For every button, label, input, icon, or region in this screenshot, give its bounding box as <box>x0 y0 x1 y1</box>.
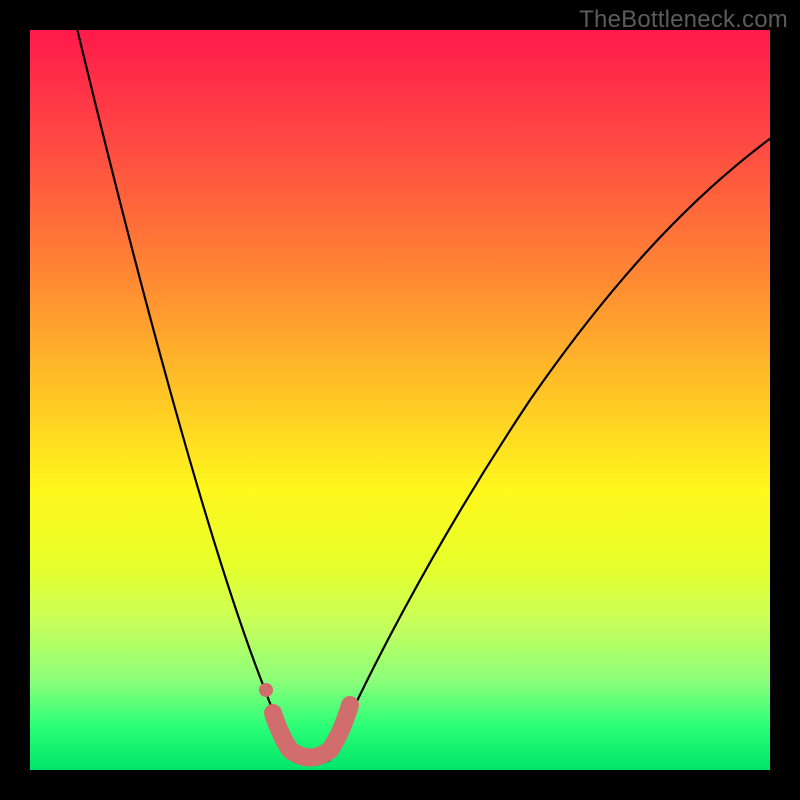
optimal-range-marker <box>273 705 350 758</box>
bottleneck-curve-right <box>330 135 775 760</box>
watermark-text: TheBottleneck.com <box>579 6 788 34</box>
bottleneck-curve-left <box>75 20 295 760</box>
chart-plot-area <box>30 30 770 770</box>
optimal-range-dot <box>259 683 273 697</box>
chart-svg <box>30 30 770 770</box>
